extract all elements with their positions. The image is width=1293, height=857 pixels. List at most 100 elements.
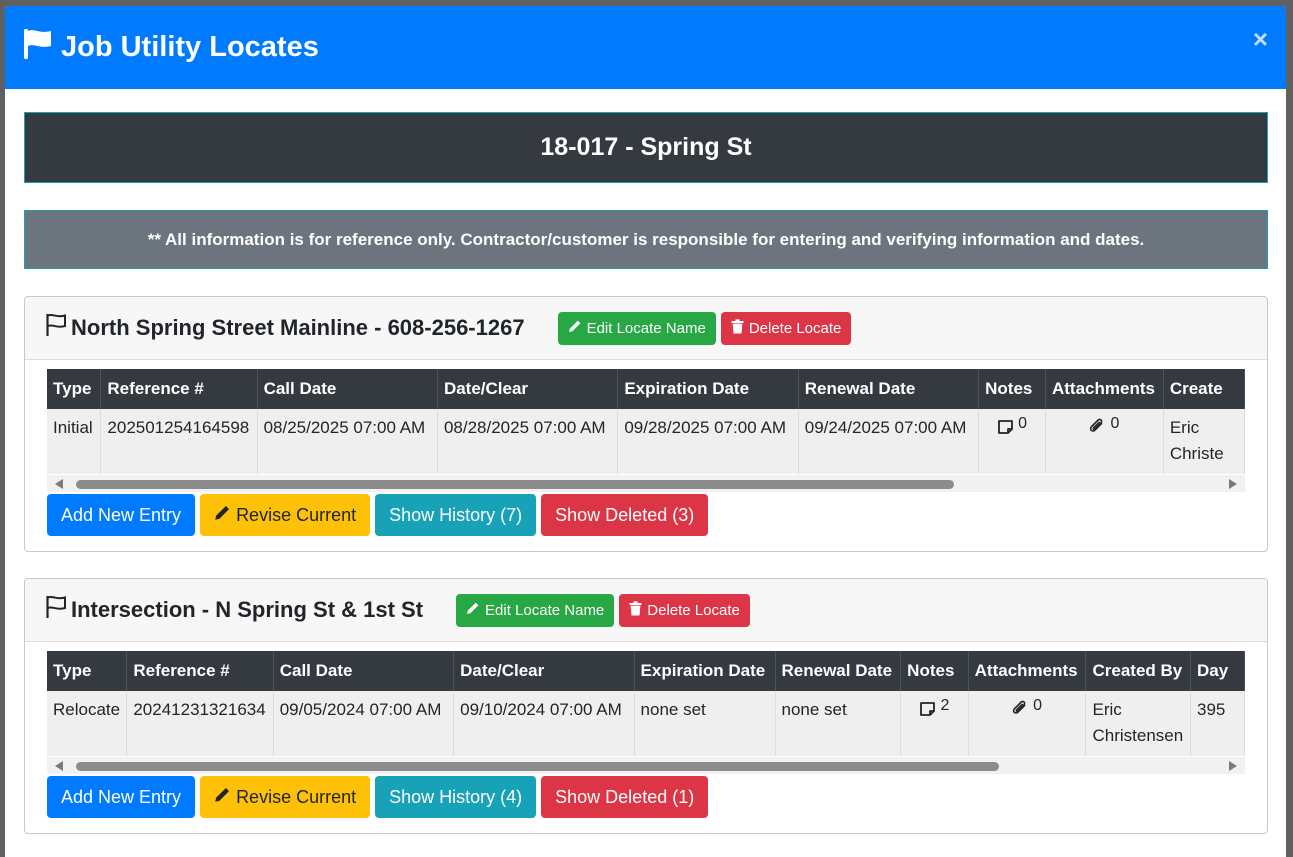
pencil-icon	[466, 601, 480, 619]
column-header[interactable]: Call Date	[273, 651, 455, 691]
pencil-icon	[214, 504, 231, 526]
table-row: Initial 202501254164598 08/25/2025 07:00…	[47, 409, 1245, 474]
locate-table-container[interactable]: Type Reference # Call Date Date/Clear Ex…	[47, 369, 1245, 492]
table-header-row: Type Reference # Call Date Date/Clear Ex…	[47, 369, 1245, 409]
note-icon[interactable]	[919, 700, 937, 723]
column-header[interactable]: Date/Clear	[437, 369, 619, 409]
column-header[interactable]: Day	[1190, 651, 1245, 691]
table-row: Relocate 20241231321634 09/05/2024 07:00…	[47, 691, 1245, 756]
locate-table-container[interactable]: Type Reference # Call Date Date/Clear Ex…	[47, 651, 1245, 774]
horizontal-scrollbar[interactable]	[47, 475, 1245, 492]
column-header[interactable]: Notes	[978, 369, 1046, 409]
edit-locate-name-label: Edit Locate Name	[485, 601, 605, 619]
trash-icon	[731, 318, 744, 338]
pencil-icon	[568, 319, 582, 337]
add-new-entry-button[interactable]: Add New Entry	[47, 494, 196, 536]
delete-locate-label: Delete Locate	[647, 601, 740, 619]
column-header[interactable]: Call Date	[257, 369, 438, 409]
edit-locate-name-button[interactable]: Edit Locate Name	[456, 593, 615, 627]
column-header[interactable]: Expiration Date	[617, 369, 799, 409]
column-header[interactable]: Renewal Date	[775, 651, 902, 691]
date-clear-cell: 08/28/2025 07:00 AM	[437, 409, 619, 474]
revise-current-label: Revise Current	[236, 504, 357, 525]
job-banner: 18-017 - Spring St	[24, 112, 1268, 183]
locate-table: Type Reference # Call Date Date/Clear Ex…	[47, 369, 1245, 474]
column-header[interactable]: Reference #	[126, 651, 274, 691]
day-cell: 395	[1190, 691, 1245, 756]
scroll-right-arrow-icon[interactable]	[1229, 761, 1237, 771]
scroll-left-arrow-icon[interactable]	[55, 479, 63, 489]
flag-outline-icon	[45, 313, 67, 343]
column-header[interactable]: Reference #	[100, 369, 258, 409]
column-header[interactable]: Attachments	[968, 651, 1087, 691]
modal-title-text: Job Utility Locates	[61, 31, 319, 63]
column-header[interactable]: Create	[1163, 369, 1245, 409]
locate-table: Type Reference # Call Date Date/Clear Ex…	[47, 651, 1245, 756]
renewal-cell: 09/24/2025 07:00 AM	[798, 409, 980, 474]
edit-locate-name-button[interactable]: Edit Locate Name	[557, 311, 716, 345]
horizontal-scrollbar[interactable]	[47, 757, 1245, 774]
locate-card-header: Intersection - N Spring St & 1st St Edit…	[25, 579, 1267, 642]
column-header[interactable]: Renewal Date	[798, 369, 980, 409]
scrollbar-thumb[interactable]	[76, 480, 954, 489]
attachments-count: 0	[1110, 415, 1120, 432]
column-header[interactable]: Created By	[1085, 651, 1191, 691]
revise-current-button[interactable]: Revise Current	[200, 494, 371, 536]
pencil-icon	[214, 786, 231, 808]
table-header-row: Type Reference # Call Date Date/Clear Ex…	[47, 651, 1245, 691]
show-deleted-button[interactable]: Show Deleted (3)	[541, 494, 709, 536]
column-header[interactable]: Date/Clear	[453, 651, 635, 691]
reference-cell: 202501254164598	[100, 409, 258, 474]
flag-outline-icon	[45, 595, 67, 625]
notes-cell[interactable]: 0	[978, 409, 1046, 474]
locate-actions: Add New Entry Revise Current Show Histor…	[47, 494, 1245, 536]
expiration-cell: 09/28/2025 07:00 AM	[617, 409, 799, 474]
attachments-cell[interactable]: 0	[1045, 409, 1164, 474]
trash-icon	[629, 600, 642, 620]
delete-locate-button[interactable]: Delete Locate	[619, 593, 750, 627]
column-header[interactable]: Attachments	[1045, 369, 1164, 409]
paperclip-icon[interactable]	[1089, 418, 1107, 441]
created-by-cell: Eric Christe	[1163, 409, 1245, 474]
attachments-count: 0	[1033, 697, 1043, 714]
attachments-cell[interactable]: 0	[968, 691, 1087, 756]
column-header[interactable]: Type	[47, 369, 102, 409]
modal-title: Job Utility Locates	[23, 28, 319, 68]
paperclip-icon[interactable]	[1012, 700, 1030, 723]
scrollbar-thumb[interactable]	[76, 762, 999, 771]
flag-icon	[23, 28, 53, 68]
notes-count: 0	[1018, 415, 1027, 432]
date-clear-cell: 09/10/2024 07:00 AM	[453, 691, 635, 756]
call-date-cell: 09/05/2024 07:00 AM	[273, 691, 455, 756]
locate-name: North Spring Street Mainline - 608-256-1…	[45, 313, 525, 343]
modal-header: Job Utility Locates ×	[5, 6, 1286, 89]
locates-modal: Job Utility Locates × 18-017 - Spring St…	[5, 6, 1286, 857]
locate-card: Intersection - N Spring St & 1st St Edit…	[24, 578, 1268, 834]
reference-notice: ** All information is for reference only…	[24, 210, 1268, 269]
revise-current-label: Revise Current	[236, 786, 357, 807]
delete-locate-button[interactable]: Delete Locate	[720, 311, 852, 345]
notes-cell[interactable]: 2	[900, 691, 969, 756]
renewal-cell: none set	[775, 691, 902, 756]
type-cell: Initial	[47, 409, 102, 474]
column-header[interactable]: Expiration Date	[634, 651, 776, 691]
column-header[interactable]: Type	[47, 651, 128, 691]
show-deleted-button[interactable]: Show Deleted (1)	[541, 776, 709, 818]
locate-card: North Spring Street Mainline - 608-256-1…	[24, 296, 1268, 552]
column-header[interactable]: Notes	[900, 651, 969, 691]
locate-name: Intersection - N Spring St & 1st St	[45, 595, 423, 625]
note-icon[interactable]	[997, 418, 1015, 441]
call-date-cell: 08/25/2025 07:00 AM	[257, 409, 438, 474]
type-cell: Relocate	[47, 691, 128, 756]
locate-card-header: North Spring Street Mainline - 608-256-1…	[25, 297, 1267, 360]
show-history-button[interactable]: Show History (4)	[375, 776, 537, 818]
scroll-left-arrow-icon[interactable]	[55, 761, 63, 771]
delete-locate-label: Delete Locate	[748, 319, 842, 337]
locate-name-text: North Spring Street Mainline - 608-256-1…	[71, 315, 525, 340]
revise-current-button[interactable]: Revise Current	[200, 776, 371, 818]
expiration-cell: none set	[634, 691, 776, 756]
show-history-button[interactable]: Show History (7)	[375, 494, 537, 536]
scroll-right-arrow-icon[interactable]	[1229, 479, 1237, 489]
close-icon[interactable]: ×	[1253, 26, 1268, 52]
add-new-entry-button[interactable]: Add New Entry	[47, 776, 196, 818]
